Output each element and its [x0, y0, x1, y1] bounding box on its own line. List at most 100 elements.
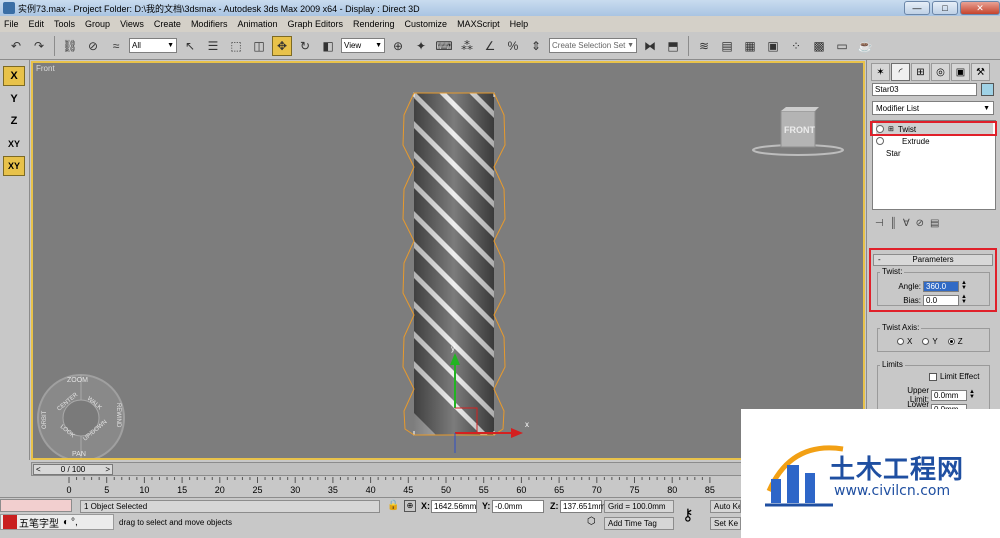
- chevron-left-icon[interactable]: <: [36, 465, 41, 474]
- layer-manager-icon[interactable]: ≋: [694, 36, 714, 56]
- upper-limit-spinner-icon[interactable]: ▲ ▼: [968, 389, 976, 401]
- upper-limit-input[interactable]: 0.0mm: [931, 389, 967, 401]
- display-tab-icon[interactable]: ▣: [951, 63, 970, 81]
- modify-tab-icon[interactable]: ◜: [891, 63, 910, 81]
- axis-y-radio[interactable]: Y: [922, 337, 938, 346]
- wheel-orbit[interactable]: ORBIT: [42, 410, 48, 429]
- time-slider-thumb[interactable]: < 0 / 100 >: [33, 464, 113, 475]
- axis-x-radio[interactable]: X: [897, 337, 912, 346]
- select-object-icon[interactable]: ↖: [180, 36, 200, 56]
- select-and-scale-icon[interactable]: ◧: [318, 36, 338, 56]
- undo-icon[interactable]: ↶: [6, 36, 26, 56]
- selection-filter-dropdown[interactable]: All ▼: [129, 38, 177, 53]
- key-icon[interactable]: ⚷: [682, 505, 694, 525]
- punctuation-icon[interactable]: °,: [71, 517, 78, 528]
- percent-snap-icon[interactable]: %: [503, 36, 523, 56]
- auto-key-button[interactable]: Auto Ke: [710, 500, 741, 513]
- menu-customize[interactable]: Customize: [405, 19, 448, 29]
- track-bar[interactable]: 0 5 10 15 20 25 30 35 40 45 50 55 60 65 70 75 80 85: [31, 477, 865, 497]
- lightbulb-icon[interactable]: [876, 137, 884, 145]
- menu-views[interactable]: Views: [120, 19, 144, 29]
- menu-animation[interactable]: Animation: [237, 19, 277, 29]
- stack-item-extrude[interactable]: Extrude: [876, 135, 993, 147]
- rendered-frame-window-icon[interactable]: ▭: [832, 36, 852, 56]
- menu-maxscript[interactable]: MAXScript: [457, 19, 500, 29]
- pin-stack-icon[interactable]: ⊣: [875, 218, 884, 234]
- x-coord-field[interactable]: 1642.56mm: [431, 500, 477, 513]
- motion-tab-icon[interactable]: ◎: [931, 63, 950, 81]
- half-width-icon[interactable]: ◐: [63, 517, 69, 528]
- axis-z-radio[interactable]: Z: [947, 337, 963, 346]
- render-production-icon[interactable]: ☕: [855, 36, 875, 56]
- select-and-manipulate-icon[interactable]: ✦: [411, 36, 431, 56]
- viewcube-label[interactable]: FRONT: [784, 125, 815, 135]
- unlink-icon[interactable]: ⊘: [83, 36, 103, 56]
- menu-rendering[interactable]: Rendering: [353, 19, 395, 29]
- spinner-snap-icon[interactable]: ⇕: [526, 36, 546, 56]
- menu-help[interactable]: Help: [510, 19, 529, 29]
- utilities-tab-icon[interactable]: ⚒: [971, 63, 990, 81]
- bias-spinner-icon[interactable]: ▲ ▼: [960, 294, 968, 306]
- select-and-link-icon[interactable]: ⛓: [60, 36, 80, 56]
- configure-modifier-sets-icon[interactable]: ▤: [930, 218, 939, 234]
- graphite-modeling-icon[interactable]: ▤: [717, 36, 737, 56]
- make-unique-icon[interactable]: ∀: [903, 218, 910, 234]
- bias-input[interactable]: 0.0: [923, 295, 959, 306]
- ime-toolbar[interactable]: 五笔字型 ◐ °,: [0, 514, 114, 530]
- z-coord-field[interactable]: 137.651mm: [560, 500, 605, 513]
- select-and-move-icon[interactable]: ✥: [272, 35, 292, 56]
- window-crossing-icon[interactable]: ◫: [249, 36, 269, 56]
- axis-xy-cycle-button[interactable]: XY: [3, 156, 25, 176]
- snaps-toggle-icon[interactable]: ⁂: [457, 36, 477, 56]
- wheel-pan[interactable]: PAN: [72, 451, 86, 458]
- axis-xy-button[interactable]: XY: [3, 134, 25, 154]
- absolute-mode-icon[interactable]: ⊕: [404, 500, 416, 512]
- align-icon[interactable]: ⬒: [663, 36, 683, 56]
- create-tab-icon[interactable]: ✶: [871, 63, 890, 81]
- steering-wheel[interactable]: [37, 374, 125, 458]
- menu-graph-editors[interactable]: Graph Editors: [287, 19, 343, 29]
- front-viewport[interactable]: Front y x FRONT ZOOM ORBIT REWIND CENTER…: [31, 61, 865, 460]
- angle-spinner-icon[interactable]: ▲ ▼: [960, 280, 968, 292]
- select-by-name-icon[interactable]: ☰: [203, 36, 223, 56]
- rectangular-selection-icon[interactable]: ⬚: [226, 36, 246, 56]
- render-setup-icon[interactable]: ▩: [809, 36, 829, 56]
- set-key-button[interactable]: Set Ke: [710, 517, 741, 530]
- keyboard-shortcut-override-icon[interactable]: ⌨: [434, 36, 454, 56]
- stack-item-star[interactable]: Star: [876, 147, 993, 159]
- use-pivot-center-icon[interactable]: ⊕: [388, 36, 408, 56]
- named-selection-input[interactable]: Create Selection Set ▼: [549, 38, 637, 53]
- menu-edit[interactable]: Edit: [29, 19, 45, 29]
- select-and-rotate-icon[interactable]: ↻: [295, 36, 315, 56]
- mirror-icon[interactable]: ⧓: [640, 36, 660, 56]
- close-button[interactable]: ✕: [960, 1, 1000, 15]
- axis-y-button[interactable]: Y: [3, 89, 25, 109]
- menu-group[interactable]: Group: [85, 19, 110, 29]
- menu-file[interactable]: File: [4, 19, 19, 29]
- wheel-rewind[interactable]: REWIND: [115, 403, 121, 428]
- menu-create[interactable]: Create: [154, 19, 181, 29]
- menu-tools[interactable]: Tools: [54, 19, 75, 29]
- parameters-rollout-header[interactable]: - Parameters: [873, 254, 993, 266]
- axis-z-button[interactable]: Z: [3, 111, 25, 131]
- curve-editor-icon[interactable]: ▦: [740, 36, 760, 56]
- object-color-swatch[interactable]: [981, 83, 994, 96]
- modifier-list-dropdown[interactable]: Modifier List ▼: [872, 101, 994, 115]
- maxscript-listener-mini[interactable]: [0, 499, 72, 512]
- chevron-right-icon[interactable]: >: [105, 465, 110, 474]
- remove-modifier-icon[interactable]: ⊘: [916, 218, 924, 234]
- menu-modifiers[interactable]: Modifiers: [191, 19, 228, 29]
- object-name-field[interactable]: Star03: [872, 83, 977, 96]
- axis-x-button[interactable]: X: [3, 66, 25, 86]
- show-end-result-icon[interactable]: ║: [890, 218, 897, 234]
- time-tag-icon[interactable]: ⬡: [587, 516, 596, 527]
- wheel-zoom[interactable]: ZOOM: [67, 377, 88, 384]
- hierarchy-tab-icon[interactable]: ⊞: [911, 63, 930, 81]
- schematic-view-icon[interactable]: ▣: [763, 36, 783, 56]
- minimize-button[interactable]: —: [904, 1, 930, 15]
- add-time-tag-button[interactable]: Add Time Tag: [604, 517, 674, 530]
- material-editor-icon[interactable]: ⁘: [786, 36, 806, 56]
- maximize-button[interactable]: □: [932, 1, 958, 15]
- angle-snap-icon[interactable]: ∠: [480, 36, 500, 56]
- redo-icon[interactable]: ↷: [29, 36, 49, 56]
